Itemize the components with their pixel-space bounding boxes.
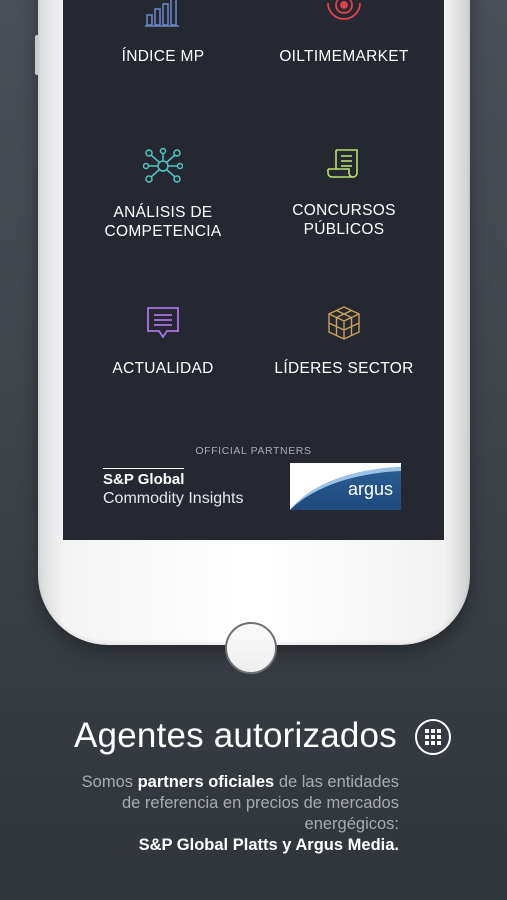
menu-item-label: CONCURSOS PÚBLICOS xyxy=(292,202,396,238)
menu-item-label: ANÁLISIS DE COMPETENCIA xyxy=(104,204,222,240)
menu-item-indice-mp[interactable]: ÍNDICE MP xyxy=(68,0,258,66)
promo-headline: Agentes autorizados xyxy=(74,716,397,755)
document-scroll-icon xyxy=(327,149,358,178)
partners-title: OFFICIAL PARTNERS xyxy=(195,445,312,457)
sp-global-subtitle: Commodity Insights xyxy=(103,490,244,507)
menu-item-analisis-competencia[interactable]: ANÁLISIS DE COMPETENCIA xyxy=(68,147,258,241)
menu-item-lideres-sector[interactable]: LÍDERES SECTOR xyxy=(249,305,439,378)
menu-item-label: OILTIMEMARKET xyxy=(279,48,409,65)
grid-dots-icon xyxy=(425,729,441,745)
desc-final: S&P Global Platts y Argus Media. xyxy=(138,836,399,854)
message-icon xyxy=(147,307,179,339)
home-button[interactable] xyxy=(225,622,277,674)
menu-item-label: LÍDERES SECTOR xyxy=(274,360,414,377)
desc-highlight: partners oficiales xyxy=(137,773,275,791)
sp-global-logo[interactable]: S&P Global Commodity Insights xyxy=(103,468,244,508)
volume-button xyxy=(35,35,39,75)
sp-global-name: S&P Global xyxy=(103,468,185,488)
bar-chart-icon xyxy=(145,0,179,27)
grid-menu-button[interactable] xyxy=(415,719,451,755)
menu-item-label: ACTUALIDAD xyxy=(112,360,214,377)
network-icon xyxy=(143,147,183,183)
app-screen: ÍNDICE MP OILTIMEMARKET ANÁLISIS DE COMP… xyxy=(63,0,444,540)
menu-item-oiltimemarket[interactable]: OILTIMEMARKET xyxy=(249,0,439,66)
cubes-icon xyxy=(328,306,360,340)
argus-wordmark: argus xyxy=(347,479,393,499)
promo-description: Somos partners oficiales de las entidade… xyxy=(79,772,399,856)
target-icon xyxy=(327,0,361,20)
menu-item-concursos-publicos[interactable]: CONCURSOS PÚBLICOS xyxy=(249,147,439,239)
phone-frame: ÍNDICE MP OILTIMEMARKET ANÁLISIS DE COMP… xyxy=(35,0,470,674)
menu-item-actualidad[interactable]: ACTUALIDAD xyxy=(68,305,258,378)
menu-item-label: ÍNDICE MP xyxy=(121,48,205,65)
argus-logo[interactable]: argus xyxy=(290,463,401,510)
desc-pre: Somos xyxy=(81,773,138,791)
